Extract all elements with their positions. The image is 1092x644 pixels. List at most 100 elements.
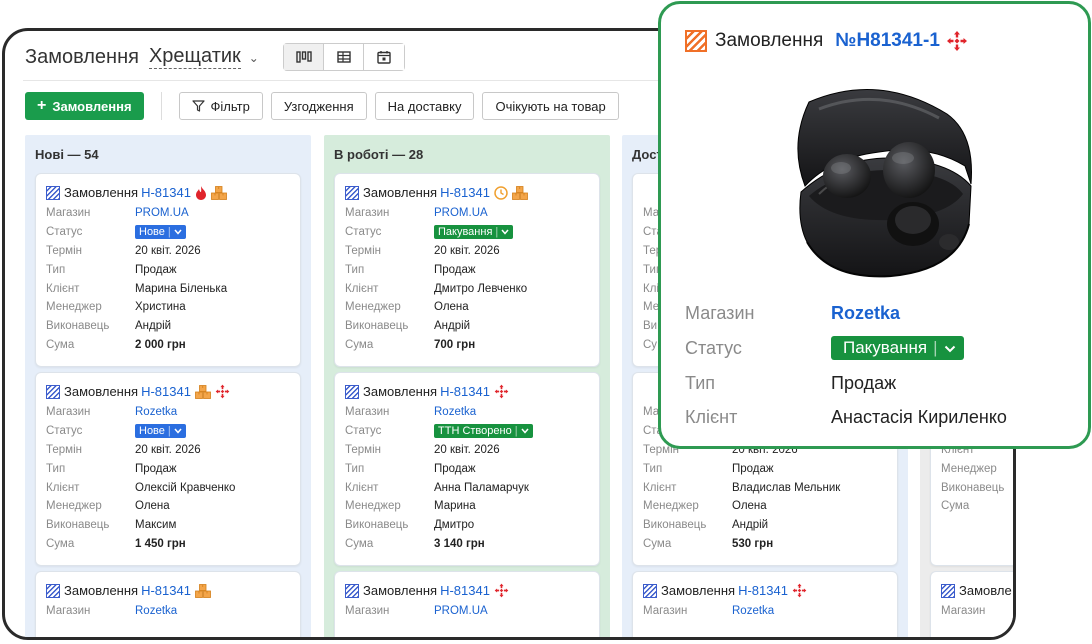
card-title: Замовле	[941, 582, 1013, 599]
order-number-link[interactable]: Н-81341	[440, 185, 490, 200]
card-field-row: Статус Нове |	[46, 223, 290, 242]
card-label: Замовле	[959, 583, 1012, 598]
plus-icon: +	[37, 97, 47, 114]
order-card[interactable]: Замовлення Н-81341 Магазин Rozetka	[35, 571, 301, 637]
status-dropdown[interactable]: Нове |	[135, 424, 186, 439]
card-field-row: Статус Пакування |	[345, 223, 589, 242]
filter-button[interactable]: Фільтр	[178, 92, 263, 120]
status-separator: |	[167, 425, 171, 438]
preset-approval-label: Узгодження	[283, 98, 354, 114]
card-field-row: Тип Продаж	[46, 459, 290, 478]
field-label: Сума	[345, 537, 374, 550]
order-number-link[interactable]: Н-81341	[440, 583, 490, 598]
field-value: 3 140 грн	[434, 537, 485, 550]
card-field-row: Магазин PROM.UA	[345, 204, 589, 223]
nova-poshta-icon	[494, 583, 509, 598]
field-label: Тип	[345, 462, 365, 475]
field-value[interactable]: Rozetka	[831, 303, 900, 324]
field-label: Тип	[345, 263, 365, 276]
field-label: Клієнт	[345, 282, 379, 295]
order-number-link[interactable]: Н-81341	[141, 185, 191, 200]
field-value: Продаж	[434, 462, 476, 475]
card-fields: Магазин Rozetka Статус Нове | Термін 20 квіт. …	[46, 403, 290, 553]
order-card[interactable]: Замовлення Н-81341 Магазин Rozetka	[632, 571, 898, 637]
order-icon	[345, 384, 359, 399]
card-field-row: Магазин PROM.UA	[345, 602, 589, 621]
order-number-link[interactable]: Н-81341	[141, 384, 191, 399]
order-number-link[interactable]: Н-81341	[440, 384, 490, 399]
field-label: Клієнт	[46, 481, 80, 494]
card-fields: Магазин	[941, 602, 1013, 621]
status-value: Нове	[139, 226, 165, 239]
kanban-column: Нові — 54 Замовлення Н-81341 Магазин PROM.UA…	[25, 135, 311, 637]
status-dropdown[interactable]: Пакування |	[434, 225, 514, 240]
order-card[interactable]: Замовлення Н-81341 Магазин PROM.UA Статус Нов…	[35, 173, 301, 367]
field-value[interactable]: PROM.UA	[434, 605, 488, 617]
status-dropdown[interactable]: ТТН Створено |	[434, 424, 533, 439]
add-order-button[interactable]: + Замовлення	[25, 92, 144, 120]
table-icon	[336, 51, 351, 63]
field-value: 20 квіт. 2026	[135, 244, 201, 257]
store-selector[interactable]: Хрещатик	[148, 45, 241, 69]
card-fields: Магазин PROM.UA	[345, 602, 589, 621]
order-card[interactable]: Замовлення Н-81341 Магазин Rozetka Статус ТТН…	[334, 372, 600, 566]
card-fields: Магазин Rozetka	[46, 602, 290, 621]
boxes-icon	[195, 583, 211, 598]
preset-approval-button[interactable]: Узгодження	[270, 92, 367, 120]
order-card[interactable]: Замовлення Н-81341 Магазин Rozetka Статус Нов…	[35, 372, 301, 566]
card-field-row: Клієнт Владислав Мельник	[643, 478, 887, 497]
kanban-view-button[interactable]	[284, 44, 324, 70]
order-icon	[941, 583, 955, 598]
field-label: Магазин	[46, 605, 91, 618]
column-title: Нові — 54	[35, 147, 99, 162]
preset-awaiting-label: Очікують на товар	[495, 98, 606, 114]
order-card[interactable]: Замовлення Н-81341 Магазин PROM.UA	[334, 571, 600, 637]
field-value[interactable]: PROM.UA	[434, 207, 488, 219]
card-field-row: Термін 20 квіт. 2026	[345, 242, 589, 261]
preset-delivery-label: На доставку	[387, 98, 462, 114]
field-label: Менеджер	[46, 500, 102, 513]
field-value: 20 квіт. 2026	[434, 443, 500, 456]
field-label: Виконавець	[643, 519, 707, 532]
field-value: Андрій	[434, 320, 471, 333]
order-card[interactable]: Замовле Магазин	[930, 571, 1013, 637]
preset-delivery-button[interactable]: На доставку	[374, 92, 475, 120]
status-dropdown[interactable]: Нове |	[135, 225, 186, 240]
card-label: Замовлення	[661, 583, 736, 598]
order-number-link[interactable]: Н-81341	[141, 583, 191, 598]
field-value: Максим	[135, 519, 177, 532]
column-title: В роботі — 28	[334, 147, 424, 162]
order-number-link[interactable]: Н-81341	[738, 583, 788, 598]
field-value[interactable]: Rozetka	[135, 406, 177, 418]
status-dropdown[interactable]: Пакування |	[831, 336, 964, 360]
field-label: Сума	[46, 537, 75, 550]
card-title: Замовлення Н-81341	[643, 582, 887, 599]
field-value: Олена	[732, 500, 767, 513]
card-field-row: Термін 20 квіт. 2026	[46, 242, 290, 261]
calendar-view-button[interactable]	[364, 44, 404, 70]
field-value: Марина Біленька	[135, 282, 228, 295]
card-field-row: Тип Продаж	[345, 260, 589, 279]
status-value: Пакування	[843, 338, 928, 357]
card-field-row: Сума 1 450 грн	[46, 535, 290, 554]
order-card[interactable]: Замовлення Н-81341 Магазин PROM.UA Статус Пак…	[334, 173, 600, 367]
field-label: Тип	[685, 372, 716, 393]
kanban-column: В роботі — 28 Замовлення Н-81341 Магазин PRO…	[324, 135, 610, 637]
field-value[interactable]: Rozetka	[135, 605, 177, 617]
status-separator: |	[167, 226, 171, 239]
card-field-row: Виконавець Дмитро	[345, 516, 589, 535]
card-title: Замовлення Н-81341	[46, 383, 290, 400]
popup-order-number[interactable]: №Н81341-1	[835, 30, 940, 52]
field-value[interactable]: PROM.UA	[135, 207, 189, 219]
chevron-down-icon[interactable]: ⌄	[249, 51, 259, 65]
order-icon	[345, 583, 359, 598]
field-value[interactable]: Rozetka	[732, 605, 774, 617]
boxes-icon	[512, 185, 528, 200]
table-view-button[interactable]	[324, 44, 364, 70]
card-title: Замовлення Н-81341	[46, 184, 290, 201]
preset-awaiting-button[interactable]: Очікують на товар	[482, 92, 619, 120]
card-title: Замовлення Н-81341	[345, 582, 589, 599]
field-value[interactable]: Rozetka	[434, 406, 476, 418]
card-field-row: Тип Продаж	[46, 260, 290, 279]
field-value: Дмитро	[434, 519, 475, 532]
